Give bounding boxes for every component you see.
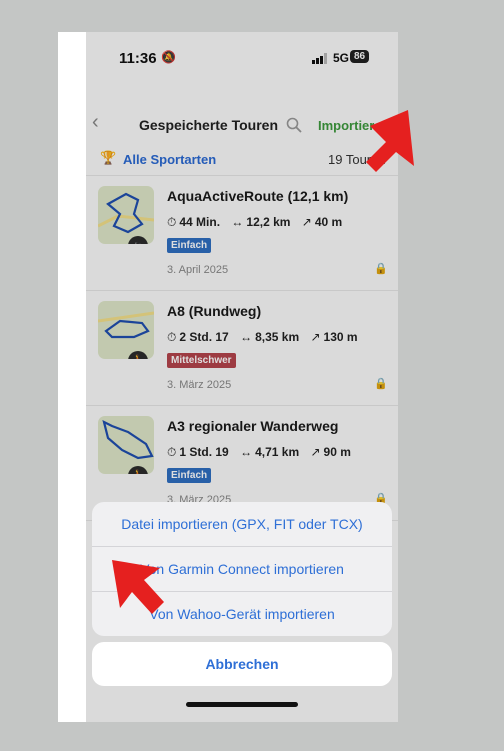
annotation-arrow-icon xyxy=(112,560,164,614)
cancel-button[interactable]: Abbrechen xyxy=(92,642,392,686)
home-indicator xyxy=(186,702,298,707)
import-file-option[interactable]: Datei importieren (GPX, FIT oder TCX) xyxy=(92,502,392,546)
phone-screen: 11:36 🔕 5G 86 ‹ Gespeicherte Touren Impo… xyxy=(86,32,398,722)
app-screen: 11:36 🔕 5G 86 ‹ Gespeicherte Touren Impo… xyxy=(86,32,398,722)
annotation-arrow-icon xyxy=(366,110,414,172)
